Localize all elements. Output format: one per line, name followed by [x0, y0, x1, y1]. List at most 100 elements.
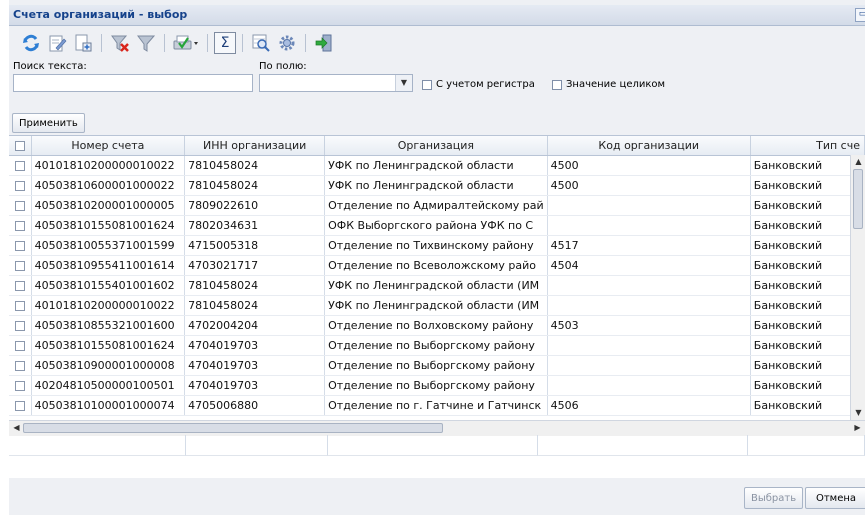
- exit-button[interactable]: [312, 31, 336, 55]
- row-checkbox[interactable]: [14, 381, 25, 391]
- account-number-cell: 40503810200001000005: [31, 195, 186, 216]
- org-code-cell: 4500: [547, 155, 751, 176]
- column-header-organization[interactable]: Организация: [324, 136, 548, 156]
- row-checkbox[interactable]: [14, 361, 25, 371]
- row-checkbox[interactable]: [14, 341, 25, 351]
- account-type-cell: Банковский: [750, 155, 865, 176]
- edit-button[interactable]: [45, 31, 69, 55]
- row-checkbox[interactable]: [14, 181, 25, 191]
- table-row[interactable]: 40503810600001000022 7810458024 УФК по Лен…: [9, 175, 865, 196]
- row-checkbox-cell[interactable]: [9, 295, 32, 316]
- zoom-button[interactable]: [249, 31, 273, 55]
- row-checkbox-cell[interactable]: [9, 395, 32, 416]
- row-checkbox[interactable]: [14, 321, 25, 331]
- filter-button[interactable]: [134, 31, 158, 55]
- print-button[interactable]: [171, 31, 201, 55]
- row-checkbox-cell[interactable]: [9, 235, 32, 256]
- row-checkbox[interactable]: [14, 161, 25, 171]
- table-row[interactable]: 40503810100001000074 4705006880 Отделение …: [9, 395, 865, 416]
- row-checkbox-cell[interactable]: [9, 335, 32, 356]
- account-type-cell: Банковский: [750, 195, 865, 216]
- table-row[interactable]: 40503810855321001600 4702004204 Отделение …: [9, 315, 865, 336]
- scroll-left-icon[interactable]: ◀: [9, 421, 24, 435]
- account-type-cell: Банковский: [750, 295, 865, 316]
- table-row[interactable]: 40503810055371001599 4715005318 Отделение …: [9, 235, 865, 256]
- chevron-down-icon[interactable]: ▼: [395, 75, 412, 91]
- row-checkbox-cell[interactable]: [9, 375, 32, 396]
- cancel-button[interactable]: Отмена: [805, 487, 865, 509]
- toolbar-separator: [207, 34, 208, 52]
- row-checkbox-cell[interactable]: [9, 195, 32, 216]
- account-number-cell: 40204810500000100501: [31, 375, 186, 396]
- account-number-cell: 40503810155401001602: [31, 275, 186, 296]
- sum-button[interactable]: Σ: [214, 32, 236, 54]
- edit-icon: [49, 35, 67, 52]
- row-checkbox[interactable]: [14, 281, 25, 291]
- table-row[interactable]: 40101810200000010022 7810458024 УФК по Лен…: [9, 155, 865, 176]
- row-checkbox[interactable]: [14, 221, 25, 231]
- table-row[interactable]: 40503810155401001602 7810458024 УФК по Лен…: [9, 275, 865, 296]
- organization-cell: Отделение по Всеволожскому райо: [324, 255, 548, 276]
- scroll-right-icon[interactable]: ▶: [850, 421, 865, 435]
- table-row[interactable]: 40204810500000100501 4704019703 Отделение …: [9, 375, 865, 396]
- row-checkbox[interactable]: [14, 261, 25, 271]
- table-row[interactable]: 40503810200001000005 7809022610 Отделение …: [9, 195, 865, 216]
- apply-button[interactable]: Применить: [12, 113, 85, 133]
- select-all-header[interactable]: [9, 136, 32, 156]
- account-type-cell: Банковский: [750, 215, 865, 236]
- account-number-cell: 40503810155081001624: [31, 335, 186, 356]
- table-row[interactable]: 40503810155081001624 4704019703 Отделение …: [9, 335, 865, 356]
- scroll-down-icon[interactable]: ▼: [851, 406, 865, 420]
- add-record-button[interactable]: [71, 31, 95, 55]
- row-checkbox[interactable]: [14, 201, 25, 211]
- case-sensitive-checkbox[interactable]: [422, 80, 432, 90]
- column-header-account-number[interactable]: Номер счета: [31, 136, 186, 156]
- field-combobox[interactable]: ▼: [259, 74, 413, 92]
- row-checkbox[interactable]: [14, 241, 25, 251]
- zoom-icon: [252, 34, 270, 52]
- column-header-account-type[interactable]: Тип сче: [750, 136, 865, 156]
- account-number-cell: 40503810955411001614: [31, 255, 186, 276]
- organization-cell: УФК по Ленинградской области: [324, 155, 548, 176]
- title-bar[interactable]: Счета организаций - выбор ▭: [9, 5, 865, 26]
- scroll-up-icon[interactable]: ▲: [851, 155, 865, 169]
- restore-window-button[interactable]: ▭: [855, 8, 865, 22]
- row-checkbox-cell[interactable]: [9, 215, 32, 236]
- organization-cell: Отделение по Выборгскому району: [324, 355, 548, 376]
- select-all-checkbox[interactable]: [14, 141, 25, 151]
- row-checkbox[interactable]: [14, 301, 25, 311]
- toolbar-separator: [305, 34, 306, 52]
- select-button[interactable]: Выбрать: [744, 487, 804, 509]
- inn-cell: 7810458024: [184, 155, 326, 176]
- settings-button[interactable]: [275, 31, 299, 55]
- organization-cell: Отделение по Выборгскому району: [324, 335, 548, 356]
- table-row[interactable]: 40503810155081001624 7802034631 ОФК Выборг…: [9, 215, 865, 236]
- row-checkbox[interactable]: [14, 401, 25, 411]
- window-title: Счета организаций - выбор: [13, 8, 188, 21]
- row-checkbox-cell[interactable]: [9, 255, 32, 276]
- column-header-org-code[interactable]: Код организации: [547, 136, 751, 156]
- whole-value-label: Значение целиком: [566, 79, 666, 90]
- whole-value-checkbox[interactable]: [552, 80, 562, 90]
- table-row[interactable]: 40503810900001000008 4704019703 Отделение …: [9, 355, 865, 376]
- row-checkbox-cell[interactable]: [9, 315, 32, 336]
- row-checkbox-cell[interactable]: [9, 275, 32, 296]
- table-row[interactable]: 40101810200000010022 7810458024 УФК по Лен…: [9, 295, 865, 316]
- toolbar-separator: [164, 34, 165, 52]
- row-checkbox-cell[interactable]: [9, 155, 32, 176]
- horizontal-scroll-thumb[interactable]: [23, 423, 443, 433]
- refresh-button[interactable]: [19, 31, 43, 55]
- org-code-cell: 4503: [547, 315, 751, 336]
- account-number-cell: 40503810600001000022: [31, 175, 186, 196]
- horizontal-scrollbar[interactable]: ◀ ▶: [9, 420, 865, 436]
- search-input[interactable]: [13, 74, 253, 92]
- inn-cell: 4704019703: [184, 375, 326, 396]
- inn-cell: 4704019703: [184, 335, 326, 356]
- row-checkbox-cell[interactable]: [9, 355, 32, 376]
- vertical-scrollbar[interactable]: ▲ ▼: [850, 155, 865, 420]
- table-row[interactable]: 40503810955411001614 4703021717 Отделение …: [9, 255, 865, 276]
- clear-filter-button[interactable]: [108, 31, 132, 55]
- column-header-inn[interactable]: ИНН организации: [184, 136, 326, 156]
- row-checkbox-cell[interactable]: [9, 175, 32, 196]
- vertical-scroll-thumb[interactable]: [853, 169, 863, 229]
